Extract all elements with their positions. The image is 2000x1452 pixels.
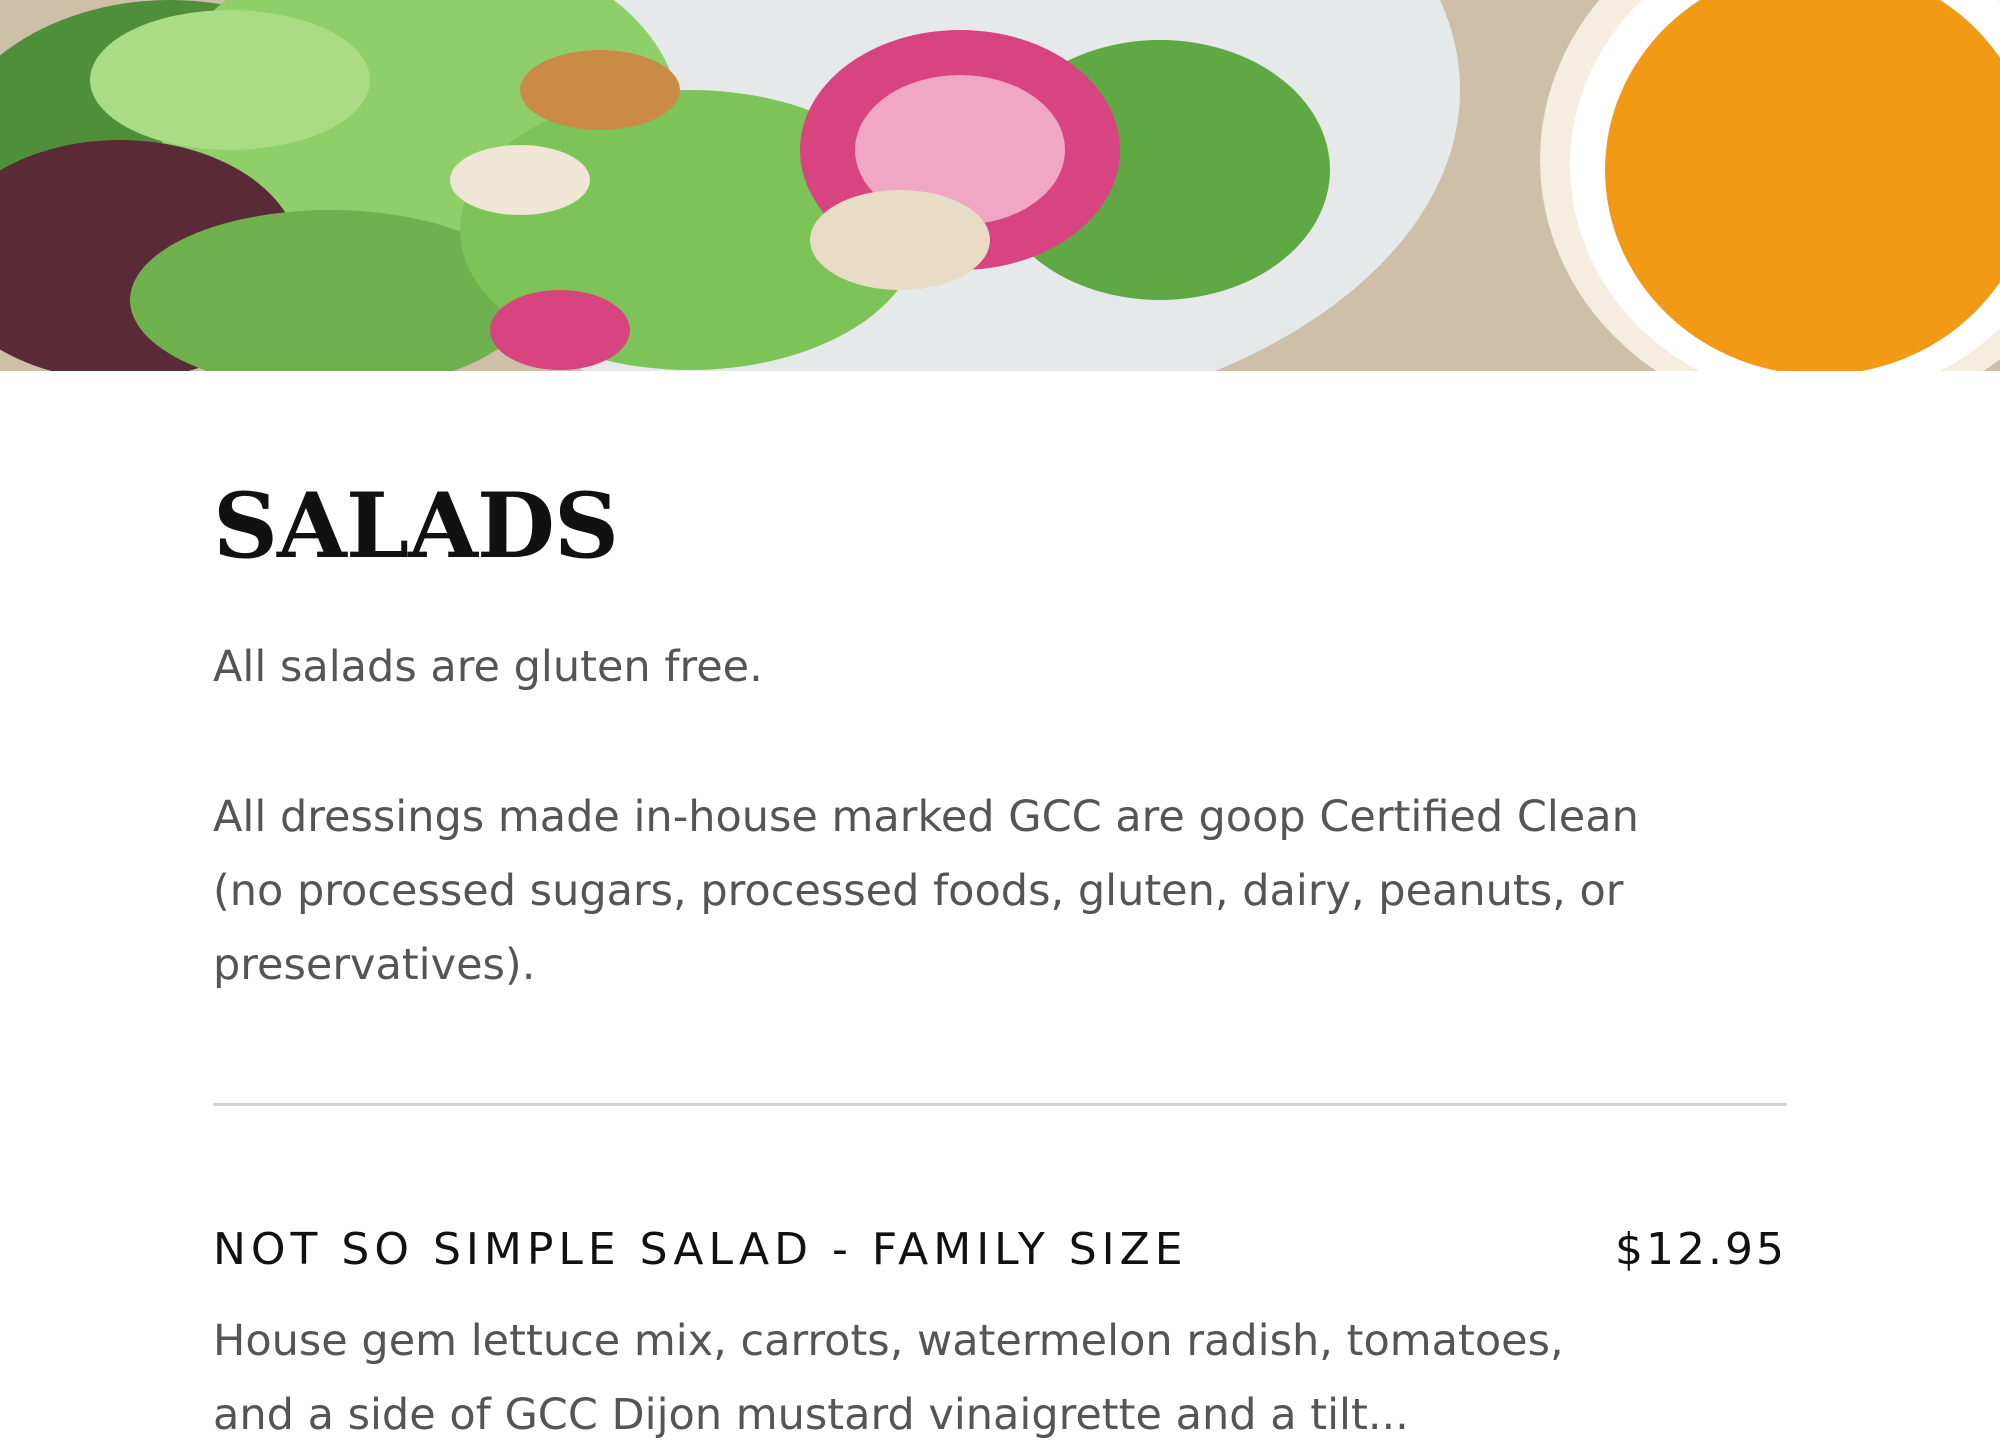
menu-item-header[interactable]: NOT SO SIMPLE SALAD - FAMILY SIZE $12.95 <box>213 1222 1787 1278</box>
menu-item-description: House gem lettuce mix, carrots, watermel… <box>213 1316 1564 1440</box>
gluten-free-note: All salads are gluten free. <box>213 642 763 692</box>
menu-item-name: NOT SO SIMPLE SALAD - FAMILY SIZE <box>213 1224 1188 1275</box>
hero-banner <box>0 0 2000 371</box>
gcc-note: All dressings made in-house marked GCC a… <box>213 792 1639 990</box>
salad-photo <box>0 0 2000 371</box>
section-divider <box>213 1103 1787 1106</box>
menu-item-price: $12.95 <box>1615 1224 1787 1275</box>
section-title: SALADS <box>213 473 619 579</box>
